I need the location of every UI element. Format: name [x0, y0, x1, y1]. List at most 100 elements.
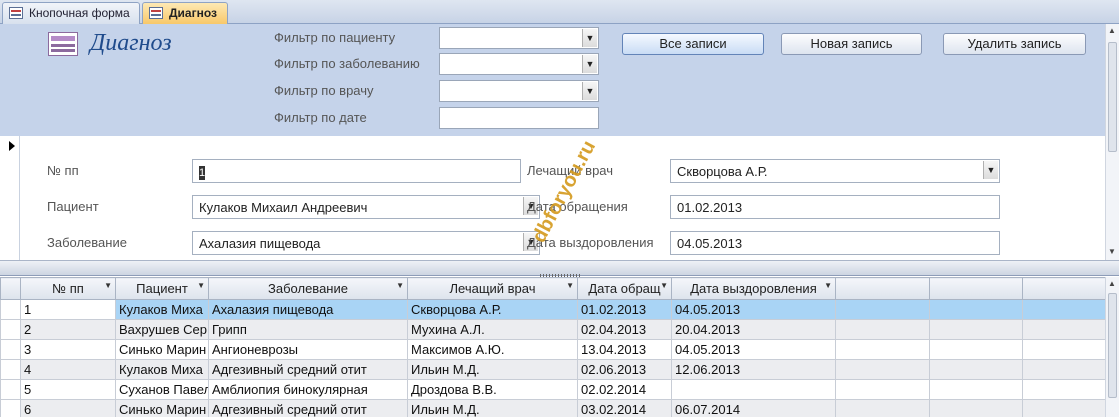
- table-cell[interactable]: Ахалазия пищевода: [208, 299, 408, 320]
- patient-label: Пациент: [47, 199, 99, 214]
- chevron-down-icon[interactable]: ▼: [824, 281, 832, 290]
- table-cell[interactable]: Кулаков Миха: [115, 299, 209, 320]
- table-cell[interactable]: Мухина А.Л.: [407, 319, 578, 340]
- table-cell[interactable]: [671, 379, 836, 400]
- date-visit-field[interactable]: 01.02.2013: [670, 195, 1000, 219]
- datasheet-vertical-scrollbar[interactable]: ▲: [1105, 277, 1119, 417]
- chevron-down-icon[interactable]: ▼: [396, 281, 404, 290]
- table-cell[interactable]: 01.02.2013: [577, 299, 672, 320]
- doctor-combo[interactable]: Скворцова А.Р. ▼: [670, 159, 1000, 183]
- table-cell[interactable]: 03.02.2014: [577, 399, 672, 417]
- table-cell[interactable]: Синько Марин: [115, 399, 209, 417]
- table-row[interactable]: 5 Суханов Павел Амблиопия бинокулярная Дроз…: [0, 379, 1106, 400]
- tab-diagnosis[interactable]: Диагноз: [142, 2, 228, 24]
- select-all-cell[interactable]: [0, 277, 21, 300]
- filter-patient-combo[interactable]: ▼: [439, 27, 599, 49]
- empty-cell: [929, 299, 1023, 320]
- table-cell[interactable]: Максимов А.Ю.: [407, 339, 578, 360]
- table-cell[interactable]: 2: [20, 319, 116, 340]
- scroll-thumb[interactable]: [1108, 293, 1117, 398]
- column-header[interactable]: Пациент ▼: [115, 277, 209, 300]
- field-value: 1: [199, 164, 205, 180]
- chevron-down-icon[interactable]: ▼: [582, 29, 597, 47]
- table-cell[interactable]: Суханов Павел: [115, 379, 209, 400]
- table-cell[interactable]: Кулаков Миха: [115, 359, 209, 380]
- table-row[interactable]: 6 Синько Марин Адгезивный средний отит Ильи…: [0, 399, 1106, 417]
- table-cell[interactable]: 02.02.2014: [577, 379, 672, 400]
- empty-cell: [929, 319, 1023, 340]
- table-cell[interactable]: Ангионеврозы: [208, 339, 408, 360]
- scroll-down-icon[interactable]: ▼: [1108, 247, 1116, 256]
- table-cell[interactable]: Адгезивный средний отит: [208, 359, 408, 380]
- column-header[interactable]: № пп ▼: [20, 277, 116, 300]
- date-recovery-field[interactable]: 04.05.2013: [670, 231, 1000, 255]
- chevron-down-icon[interactable]: ▼: [983, 161, 998, 179]
- table-cell[interactable]: 13.04.2013: [577, 339, 672, 360]
- chevron-down-icon[interactable]: ▼: [197, 281, 205, 290]
- chevron-down-icon[interactable]: ▼: [582, 55, 597, 73]
- field-value: Ахалазия пищевода: [199, 236, 321, 251]
- column-header[interactable]: Дата обращ ▼: [577, 277, 672, 300]
- table-cell[interactable]: 04.05.2013: [671, 339, 836, 360]
- num-field[interactable]: 1: [192, 159, 521, 183]
- chevron-down-icon[interactable]: ▼: [582, 82, 597, 100]
- table-cell[interactable]: Амблиопия бинокулярная: [208, 379, 408, 400]
- filter-date-field[interactable]: [439, 107, 599, 129]
- form-vertical-scrollbar[interactable]: ▲ ▼: [1105, 24, 1119, 260]
- column-header[interactable]: Лечащий врач ▼: [407, 277, 578, 300]
- filter-doctor-combo[interactable]: ▼: [439, 80, 599, 102]
- column-header[interactable]: Заболевание ▼: [208, 277, 408, 300]
- field-value: 01.02.2013: [677, 200, 743, 215]
- column-header-label: Заболевание: [268, 281, 348, 296]
- table-row[interactable]: 2 Вахрушев Сер Грипп Мухина А.Л. 02.04.2013 2…: [0, 319, 1106, 340]
- patient-combo[interactable]: Кулаков Михаил Андреевич ▼: [192, 195, 540, 219]
- column-header[interactable]: Дата выздоровления ▼: [671, 277, 836, 300]
- field-value: Кулаков Михаил Андреевич: [199, 200, 368, 215]
- table-row[interactable]: 3 Синько Марин Ангионеврозы Максимов А.Ю. 13…: [0, 339, 1106, 360]
- delete-record-button[interactable]: Удалить запись: [943, 33, 1086, 55]
- row-selector[interactable]: [0, 299, 21, 320]
- table-cell[interactable]: 1: [20, 299, 116, 320]
- all-records-button[interactable]: Все записи: [622, 33, 764, 55]
- table-cell[interactable]: 02.04.2013: [577, 319, 672, 340]
- header-row: № пп ▼ Пациент ▼ Заболевание ▼ Лечащий врач…: [0, 277, 1106, 300]
- filter-disease-combo[interactable]: ▼: [439, 53, 599, 75]
- table-cell[interactable]: Адгезивный средний отит: [208, 399, 408, 417]
- row-selector[interactable]: [0, 359, 21, 380]
- table-cell[interactable]: 3: [20, 339, 116, 360]
- new-record-button[interactable]: Новая запись: [781, 33, 922, 55]
- table-cell[interactable]: 6: [20, 399, 116, 417]
- scroll-up-icon[interactable]: ▲: [1108, 279, 1116, 288]
- chevron-down-icon[interactable]: ▼: [660, 281, 668, 290]
- table-cell[interactable]: 4: [20, 359, 116, 380]
- tab-switchboard[interactable]: Кнопочная форма: [2, 2, 140, 24]
- table-cell[interactable]: 12.06.2013: [671, 359, 836, 380]
- table-cell[interactable]: 5: [20, 379, 116, 400]
- table-cell[interactable]: Скворцова А.Р.: [407, 299, 578, 320]
- doctor-dropdown[interactable]: ▼: [981, 160, 999, 182]
- disease-combo[interactable]: Ахалазия пищевода ▼: [192, 231, 540, 255]
- table-cell[interactable]: Ильин М.Д.: [407, 359, 578, 380]
- row-selector[interactable]: [0, 379, 21, 400]
- table-cell[interactable]: 06.07.2014: [671, 399, 836, 417]
- record-selector[interactable]: [0, 136, 20, 260]
- table-cell[interactable]: 20.04.2013: [671, 319, 836, 340]
- table-row[interactable]: 1 Кулаков Миха Ахалазия пищевода Скворцова …: [0, 299, 1106, 320]
- scroll-up-icon[interactable]: ▲: [1108, 26, 1116, 35]
- split-form-splitter[interactable]: [0, 260, 1119, 277]
- table-cell[interactable]: Дроздова В.В.: [407, 379, 578, 400]
- chevron-down-icon[interactable]: ▼: [566, 281, 574, 290]
- chevron-down-icon[interactable]: ▼: [104, 281, 112, 290]
- field-value: Скворцова А.Р.: [677, 164, 768, 179]
- table-cell[interactable]: Грипп: [208, 319, 408, 340]
- table-cell[interactable]: Синько Марин: [115, 339, 209, 360]
- table-cell[interactable]: 02.06.2013: [577, 359, 672, 380]
- row-selector[interactable]: [0, 399, 21, 417]
- row-selector[interactable]: [0, 319, 21, 340]
- table-cell[interactable]: Вахрушев Сер: [115, 319, 209, 340]
- table-row[interactable]: 4 Кулаков Миха Адгезивный средний отит Ильи…: [0, 359, 1106, 380]
- table-cell[interactable]: 04.05.2013: [671, 299, 836, 320]
- row-selector[interactable]: [0, 339, 21, 360]
- scroll-thumb[interactable]: [1108, 42, 1117, 152]
- table-cell[interactable]: Ильин М.Д.: [407, 399, 578, 417]
